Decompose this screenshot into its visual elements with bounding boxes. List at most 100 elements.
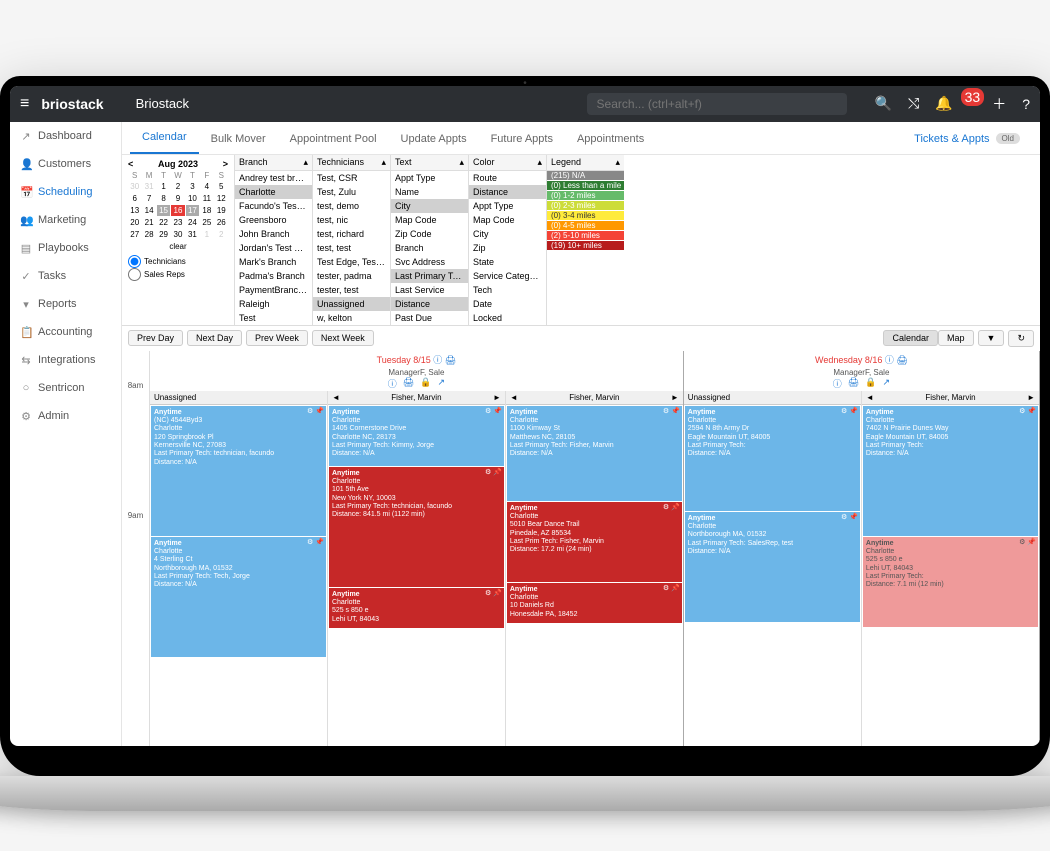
sidebar-item-dashboard[interactable]: ↗Dashboard [10, 122, 121, 150]
sort-icon[interactable]: ▴ [381, 157, 386, 168]
sidebar-item-playbooks[interactable]: ▤Playbooks [10, 234, 121, 262]
cal-day[interactable]: 21 [142, 217, 155, 228]
filter-item[interactable]: Test, CSR [313, 171, 390, 185]
sort-icon[interactable]: ▴ [303, 157, 308, 168]
filter-item[interactable]: State [469, 255, 546, 269]
sidebar-item-integrations[interactable]: ⇆Integrations [10, 346, 121, 374]
appointment-card[interactable]: ⚙ 📌AnytimeCharlotte7402 N Prairie Dunes … [863, 406, 1038, 536]
appt-icons[interactable]: ⚙ 📌 [663, 504, 680, 512]
sidebar-item-sentricon[interactable]: ○Sentricon [10, 374, 121, 402]
tab-future-appts[interactable]: Future Appts [479, 124, 565, 154]
cal-day[interactable]: 1 [157, 181, 170, 192]
cal-day[interactable]: 11 [200, 193, 213, 204]
filter-item[interactable]: tester, padma [313, 269, 390, 283]
cal-day[interactable]: 30 [171, 229, 184, 240]
next-tech-icon[interactable]: ► [493, 393, 501, 402]
filter-item[interactable]: Tech [469, 283, 546, 297]
filter-item[interactable]: test, richard [313, 227, 390, 241]
cal-day[interactable]: 9 [171, 193, 184, 204]
cal-day[interactable]: 26 [215, 217, 228, 228]
cal-day[interactable]: 2 [215, 229, 228, 240]
cal-day[interactable]: 15 [157, 205, 170, 216]
prev-day-button[interactable]: Prev Day [128, 330, 183, 346]
appt-icons[interactable]: ⚙ 📌 [307, 539, 324, 547]
appointment-card[interactable]: ⚙ 📌AnytimeCharlotte101 5th AveNew York N… [329, 467, 504, 587]
mini-calendar[interactable]: <Aug 2023>SMTWTFS30311234567891011121314… [122, 155, 234, 325]
appt-icons[interactable]: ⚙ 📌 [485, 469, 502, 477]
filter-item[interactable]: Branch [391, 241, 468, 255]
filter-item[interactable]: PaymentBranchTes [235, 283, 312, 297]
filter-item[interactable]: Distance [391, 297, 468, 311]
appt-icons[interactable]: ⚙ 📌 [307, 408, 324, 416]
tab-appointments[interactable]: Appointments [565, 124, 656, 154]
filter-item[interactable]: Zip Code [391, 227, 468, 241]
filter-icon-button[interactable]: ▼ [978, 330, 1005, 346]
cal-day[interactable]: 30 [128, 181, 141, 192]
filter-item[interactable]: Name [391, 185, 468, 199]
legend-item[interactable]: (2) 5-10 miles [547, 231, 624, 240]
search-input[interactable] [597, 97, 837, 111]
radio-technicians[interactable]: Technicians [128, 255, 228, 268]
filter-item[interactable]: Raleigh [235, 297, 312, 311]
tab-calendar[interactable]: Calendar [130, 122, 199, 154]
prev-week-button[interactable]: Prev Week [246, 330, 308, 346]
sort-icon[interactable]: ▴ [537, 157, 542, 168]
appt-icons[interactable]: ⚙ 📌 [841, 408, 858, 416]
appointment-card[interactable]: ⚙ 📌AnytimeCharlotte5010 Bear Dance Trail… [507, 502, 682, 582]
appointment-card[interactable]: ⚙ 📌AnytimeCharlotte2594 N 8th Army DrEag… [685, 406, 860, 511]
lock-icon[interactable]: 🔒 [865, 377, 876, 390]
legend-item[interactable]: (0) Less than a mile [547, 181, 624, 190]
filter-item[interactable]: Service Category [469, 269, 546, 283]
filter-item[interactable]: Jordan's Test Branch [235, 241, 312, 255]
filter-item[interactable]: Map Code [469, 213, 546, 227]
sidebar-item-tasks[interactable]: ✓Tasks [10, 262, 121, 290]
cal-day[interactable]: 2 [171, 181, 184, 192]
legend-item[interactable]: (0) 1-2 miles [547, 191, 624, 200]
prev-tech-icon[interactable]: ◄ [866, 393, 874, 402]
appt-icons[interactable]: ⚙ 📌 [663, 585, 680, 593]
appt-icons[interactable]: ⚙ 📌 [485, 408, 502, 416]
legend-item[interactable]: (19) 10+ miles [547, 241, 624, 250]
filter-item[interactable]: Mark's Branch [235, 255, 312, 269]
cal-day[interactable]: 1 [200, 229, 213, 240]
appointment-card[interactable]: ⚙ 📌AnytimeCharlotte4 Sterling CtNorthbor… [151, 537, 326, 657]
sidebar-item-scheduling[interactable]: 📅Scheduling [10, 178, 121, 206]
cal-day[interactable]: 29 [157, 229, 170, 240]
cal-day[interactable]: 12 [215, 193, 228, 204]
cal-day[interactable]: 22 [157, 217, 170, 228]
cal-day[interactable]: 28 [142, 229, 155, 240]
cal-day[interactable]: 6 [128, 193, 141, 204]
prev-tech-icon[interactable]: ◄ [332, 393, 340, 402]
print-icon[interactable]: 🖨 [403, 377, 414, 390]
tab-bulk-mover[interactable]: Bulk Mover [199, 124, 278, 154]
sidebar-item-admin[interactable]: ⚙Admin [10, 402, 121, 430]
filter-item[interactable]: w, kelton [313, 311, 390, 325]
cal-day[interactable]: 8 [157, 193, 170, 204]
next-week-button[interactable]: Next Week [312, 330, 374, 346]
sidebar-item-marketing[interactable]: 👥Marketing [10, 206, 121, 234]
cal-day[interactable]: 7 [142, 193, 155, 204]
appt-icons[interactable]: ⚙ 📌 [841, 514, 858, 522]
sidebar-item-customers[interactable]: 👤Customers [10, 150, 121, 178]
legend-item[interactable]: (0) 3-4 miles [547, 211, 624, 220]
appointment-card[interactable]: ⚙ 📌AnytimeCharlotte525 s 850 eLehi UT, 8… [863, 537, 1038, 627]
cal-day[interactable]: 23 [171, 217, 184, 228]
cal-day[interactable]: 24 [186, 217, 199, 228]
cal-day[interactable]: 27 [128, 229, 141, 240]
next-tech-icon[interactable]: ► [1027, 393, 1035, 402]
filter-item[interactable]: City [469, 227, 546, 241]
cal-day[interactable]: 4 [200, 181, 213, 192]
info-icon[interactable]: ⓘ [388, 377, 397, 390]
notifications-icon[interactable]: 🔔33 [935, 95, 976, 112]
arrow-icon[interactable]: ↗ [882, 377, 890, 390]
filter-item[interactable]: Past Due [391, 311, 468, 325]
radio-sales-reps[interactable]: Sales Reps [128, 268, 228, 281]
filter-item[interactable]: Last Service [391, 283, 468, 297]
legend-item[interactable]: (0) 4-5 miles [547, 221, 624, 230]
filter-item[interactable]: Facundo's Test Bran [235, 199, 312, 213]
filter-item[interactable]: Last Primary Tech [391, 269, 468, 283]
cal-day[interactable]: 18 [200, 205, 213, 216]
legend-item[interactable]: (0) 2-3 miles [547, 201, 624, 210]
cal-day[interactable]: 31 [142, 181, 155, 192]
filter-item[interactable]: Appt Type [391, 171, 468, 185]
